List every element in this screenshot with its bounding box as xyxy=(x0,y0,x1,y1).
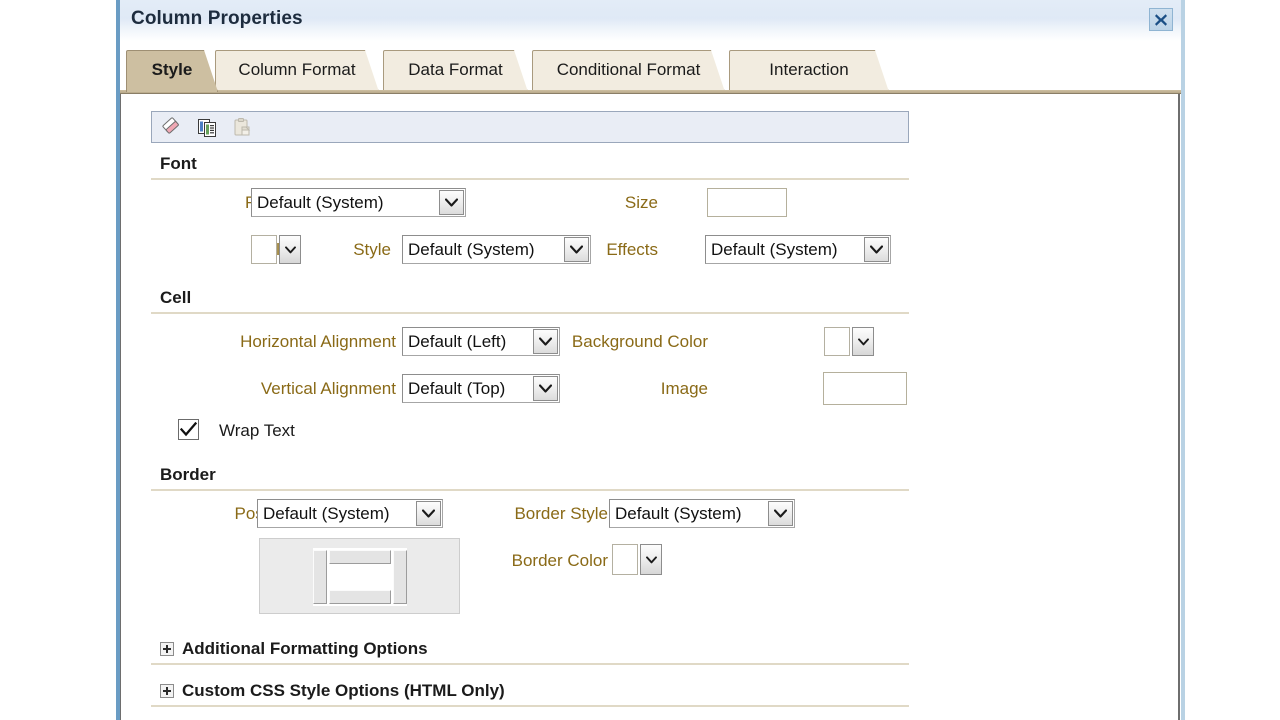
font-effects-select[interactable]: Default (System) xyxy=(705,235,891,264)
dialog-title: Column Properties xyxy=(131,8,303,29)
section-divider xyxy=(151,312,909,314)
horizontal-alignment-select[interactable]: Default (Left) xyxy=(402,327,560,356)
custom-css-style-options-row[interactable]: Custom CSS Style Options (HTML Only) xyxy=(151,681,909,707)
paste-icon xyxy=(234,118,251,136)
border-color-picker[interactable] xyxy=(612,544,666,575)
font-style-select[interactable]: Default (System) xyxy=(402,235,591,264)
chevron-down-icon xyxy=(279,235,301,264)
border-style-select[interactable]: Default (System) xyxy=(609,499,795,528)
tab-label: Interaction xyxy=(769,59,849,79)
font-effects-value: Default (System) xyxy=(711,239,838,259)
tab-interaction[interactable]: Interaction xyxy=(729,50,889,92)
horizontal-alignment-value: Default (Left) xyxy=(408,331,507,351)
additional-formatting-options-label: Additional Formatting Options xyxy=(182,639,428,658)
font-family-select[interactable]: Default (System) xyxy=(251,188,466,217)
image-input[interactable] xyxy=(823,372,907,405)
section-divider xyxy=(151,705,909,707)
chevron-down-icon xyxy=(852,327,874,356)
border-right-segment[interactable] xyxy=(393,550,407,604)
custom-css-style-options-label: Custom CSS Style Options (HTML Only) xyxy=(182,681,505,700)
section-divider xyxy=(151,663,909,665)
border-bottom-segment[interactable] xyxy=(329,590,391,604)
font-style-label: Style xyxy=(353,240,391,259)
custom-css-style-options-header[interactable]: Custom CSS Style Options (HTML Only) xyxy=(151,681,909,701)
tab-style[interactable]: Style xyxy=(126,50,218,92)
border-position-select[interactable]: Default (System) xyxy=(257,499,443,528)
section-divider xyxy=(151,489,909,491)
checkmark-icon xyxy=(180,422,197,437)
tab-label: Conditional Format xyxy=(556,59,701,79)
background-color-swatch xyxy=(824,327,850,356)
style-toolbar xyxy=(151,111,909,143)
expand-plus-icon[interactable] xyxy=(160,642,174,656)
vertical-alignment-select[interactable]: Default (Top) xyxy=(402,374,560,403)
background-color-label: Background Color xyxy=(571,332,708,351)
tab-conditional-format[interactable]: Conditional Format xyxy=(532,50,725,92)
border-section-title: Border xyxy=(160,465,216,484)
font-section-title: Font xyxy=(160,154,197,173)
tab-bar: Style Column Format Data Format Conditio… xyxy=(120,50,1181,92)
cell-section: Cell xyxy=(151,288,909,314)
chevron-down-icon xyxy=(864,237,889,262)
border-position-value: Default (System) xyxy=(263,503,390,523)
background-color-picker[interactable] xyxy=(824,327,876,356)
additional-formatting-options-row[interactable]: Additional Formatting Options xyxy=(151,639,909,665)
font-family-value: Default (System) xyxy=(257,192,384,212)
column-properties-dialog: Column Properties Style Column Format Da… xyxy=(116,0,1185,720)
additional-formatting-options-header[interactable]: Additional Formatting Options xyxy=(151,639,909,659)
font-section: Font xyxy=(151,154,909,180)
cell-section-title: Cell xyxy=(160,288,192,307)
border-preview-canvas xyxy=(313,548,407,606)
font-size-label: Size xyxy=(624,193,658,212)
border-style-label: Border Style xyxy=(514,504,608,523)
tab-label: Data Format xyxy=(408,59,503,79)
horizontal-alignment-label: Horizontal Alignment xyxy=(240,332,396,351)
border-section: Border xyxy=(151,465,909,491)
tab-label: Column Format xyxy=(238,59,356,79)
wrap-text-label: Wrap Text xyxy=(219,421,295,440)
close-button[interactable] xyxy=(1149,8,1173,31)
dialog-titlebar: Column Properties xyxy=(120,0,1181,41)
border-style-value: Default (System) xyxy=(615,503,742,523)
image-label: Image xyxy=(660,379,708,398)
close-x-icon xyxy=(1155,13,1167,26)
tab-data-format[interactable]: Data Format xyxy=(383,50,528,92)
chevron-down-icon xyxy=(768,501,793,526)
border-top-segment[interactable] xyxy=(329,550,391,564)
eraser-icon[interactable] xyxy=(161,116,183,138)
border-color-swatch xyxy=(612,544,638,575)
font-color-swatch xyxy=(251,235,277,264)
section-divider xyxy=(151,178,909,180)
border-position-picker xyxy=(259,538,460,614)
font-color-picker[interactable] xyxy=(251,235,303,264)
expand-plus-icon[interactable] xyxy=(160,684,174,698)
vertical-alignment-label: Vertical Alignment xyxy=(260,379,396,398)
font-size-input[interactable] xyxy=(707,188,787,217)
font-effects-label: Effects xyxy=(606,240,658,259)
wrap-text-checkbox[interactable] xyxy=(178,419,199,440)
chevron-down-icon xyxy=(533,376,558,401)
font-style-value: Default (System) xyxy=(408,239,535,259)
vertical-alignment-value: Default (Top) xyxy=(408,378,506,398)
tab-column-format[interactable]: Column Format xyxy=(215,50,379,92)
tab-label: Style xyxy=(151,59,193,79)
border-left-segment[interactable] xyxy=(313,550,327,604)
copy-icon[interactable] xyxy=(196,116,218,138)
chevron-down-icon xyxy=(439,190,464,215)
style-tab-panel: Font Family Default (System) Size Color … xyxy=(120,94,1180,720)
chevron-down-icon xyxy=(640,544,662,575)
